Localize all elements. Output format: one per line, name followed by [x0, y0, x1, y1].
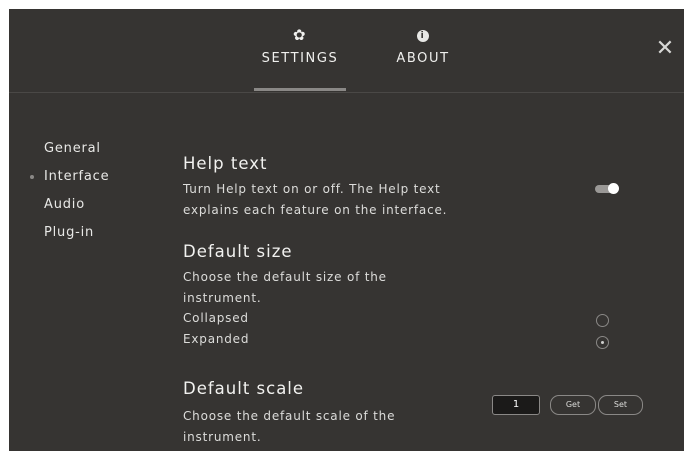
default-size-description-line: Choose the default size of the [183, 270, 387, 284]
default-size-description-line: instrument. [183, 290, 262, 305]
default-scale-input[interactable]: 1 [492, 395, 540, 415]
size-option-expanded-radio[interactable] [596, 336, 609, 349]
sidebar-item-general[interactable]: General [44, 141, 109, 169]
default-scale-description-line: instrument. [183, 429, 262, 444]
default-size-description: Choose the default size of the instrumen… [183, 267, 483, 349]
settings-sidebar: General Interface Audio Plug-in [30, 141, 110, 253]
tab-settings-label: SETTINGS [261, 51, 339, 66]
info-icon: i [417, 29, 429, 42]
gear-icon: ✿ [292, 26, 308, 44]
sidebar-item-label: Plug-in [44, 225, 95, 240]
size-option-collapsed-radio[interactable] [596, 314, 609, 327]
default-size-title: Default size [183, 242, 293, 261]
tab-settings[interactable]: ✿ SETTINGS [250, 25, 350, 66]
set-button[interactable]: Set [598, 395, 643, 415]
default-scale-description-line: Choose the default scale of the [183, 409, 396, 423]
sidebar-item-plug-in[interactable]: Plug-in [44, 225, 109, 253]
sidebar-item-audio[interactable]: Audio [44, 197, 109, 225]
help-text-description-line: Turn Help text on or off. The Help text [183, 182, 441, 196]
sidebar-item-interface[interactable]: Interface [30, 169, 110, 197]
sidebar-item-label: Interface [44, 169, 110, 184]
radio-selected-dot [601, 341, 604, 344]
default-scale-title: Default scale [183, 379, 305, 398]
toggle-knob [608, 183, 619, 194]
help-text-description: Turn Help text on or off. The Help text … [183, 179, 483, 220]
size-option-expanded-label: Expanded [183, 331, 250, 346]
help-text-title: Help text [183, 154, 268, 173]
help-text-toggle[interactable] [595, 183, 619, 194]
default-scale-description: Choose the default scale of the instrume… [183, 406, 483, 447]
active-tab-indicator [254, 88, 346, 91]
close-icon[interactable]: ✕ [653, 37, 677, 61]
help-text-description-line: explains each feature on the interface. [183, 202, 448, 217]
settings-header: ✿ SETTINGS i ABOUT ✕ [9, 9, 684, 93]
settings-panel: ✿ SETTINGS i ABOUT ✕ General Interface A… [9, 9, 684, 451]
sidebar-item-label: Audio [44, 197, 85, 212]
get-button[interactable]: Get [550, 395, 596, 415]
size-option-collapsed-label: Collapsed [183, 311, 249, 325]
selected-indicator-dot [30, 175, 34, 179]
tab-about[interactable]: i ABOUT [373, 25, 473, 66]
sidebar-item-label: General [44, 141, 101, 156]
tab-about-label: ABOUT [396, 51, 450, 66]
